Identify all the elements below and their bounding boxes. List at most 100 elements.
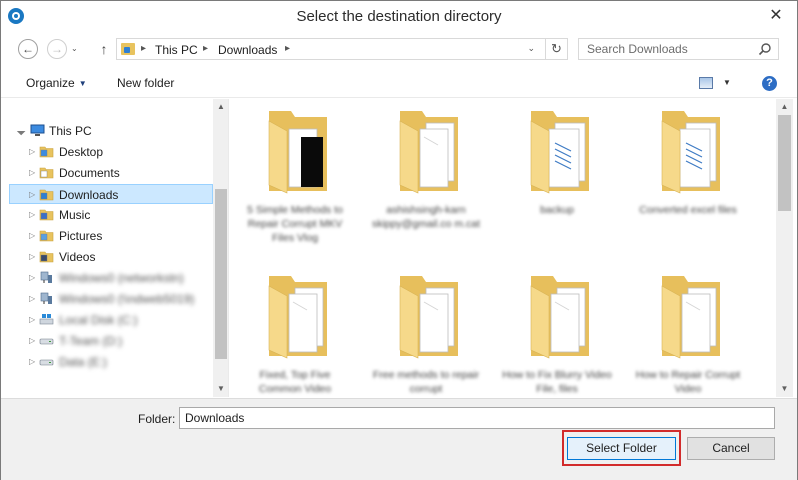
folder-icon[interactable] xyxy=(656,272,726,360)
close-button[interactable]: ✕ xyxy=(763,6,789,26)
folder-icon[interactable] xyxy=(525,107,595,195)
folder-tile[interactable]: How to Repair Corrupt Video xyxy=(632,264,744,397)
navigation-scrollbar[interactable]: ▲ ▼ xyxy=(213,99,228,397)
tree-collapsed-caret-icon[interactable]: ▷ xyxy=(29,289,35,309)
downloads-location-icon xyxy=(121,43,135,55)
videos-folder-icon xyxy=(39,251,54,263)
navigation-scroll-thumb[interactable] xyxy=(215,189,227,359)
up-button[interactable]: ↑ xyxy=(97,41,111,57)
breadcrumb-separator[interactable]: ▸ xyxy=(285,43,290,54)
tree-label: Windows0 (networkstn) xyxy=(59,271,184,285)
tree-item-music[interactable]: ▷ Music xyxy=(1,205,201,225)
title-bar: Select the destination directory ✕ xyxy=(1,1,797,31)
address-dropdown-icon[interactable]: ⌄ xyxy=(527,43,535,54)
drive-icon xyxy=(39,359,54,366)
pictures-folder-icon xyxy=(39,230,54,242)
tree-item-t-team-d[interactable]: ▷ T-Team (D:) xyxy=(1,331,201,351)
contents-scrollbar[interactable]: ▲ ▼ xyxy=(776,99,793,397)
folder-name-input[interactable] xyxy=(179,407,775,429)
tree-item-windows0-networkstn[interactable]: ▷ Windows0 (networkstn) xyxy=(1,268,201,288)
folder-tile[interactable]: 5 Simple Methods to Repair Corrupt MKV F… xyxy=(239,99,351,259)
tree-collapsed-caret-icon[interactable]: ▷ xyxy=(29,142,35,162)
folder-icon[interactable] xyxy=(263,107,333,195)
scroll-down-icon[interactable]: ▼ xyxy=(776,381,793,397)
help-icon[interactable]: ? xyxy=(762,76,777,91)
navigation-pane: ◢ This PC ▷ Desktop ▷ Documents ▷ Downloads ▷ M… xyxy=(1,99,229,397)
tree-item-local-disk-c[interactable]: ▷ Local Disk (C:) xyxy=(1,310,201,330)
search-icon[interactable] xyxy=(758,42,772,56)
command-bar: Organize ▼ New folder ▼ ? xyxy=(1,68,797,98)
folder-icon[interactable] xyxy=(525,272,595,360)
cancel-button[interactable]: Cancel xyxy=(687,437,775,460)
breadcrumb-separator[interactable]: ▸ xyxy=(141,43,146,54)
tree-item-documents[interactable]: ▷ Documents xyxy=(1,163,201,183)
drive-icon xyxy=(39,338,54,345)
caret-down-icon: ▼ xyxy=(78,79,87,88)
tree-label: Pictures xyxy=(59,229,103,243)
folder-tile[interactable]: backup xyxy=(501,99,613,259)
dialog-title: Select the destination directory xyxy=(296,8,502,25)
refresh-button[interactable]: ↻ xyxy=(545,39,567,59)
tree-collapsed-caret-icon[interactable]: ▷ xyxy=(29,247,35,267)
desktop-folder-icon xyxy=(39,146,54,158)
tree-collapsed-caret-icon[interactable]: ▷ xyxy=(29,185,35,205)
tree-collapsed-caret-icon[interactable]: ▷ xyxy=(29,331,35,351)
tree-item-desktop[interactable]: ▷ Desktop xyxy=(1,142,201,162)
tree-collapsed-caret-icon[interactable]: ▷ xyxy=(29,310,35,330)
folder-icon[interactable] xyxy=(394,107,464,195)
tree-item-this-pc[interactable]: ◢ This PC xyxy=(1,121,201,141)
scroll-up-icon[interactable]: ▲ xyxy=(776,99,793,115)
network-drive-icon xyxy=(40,292,52,304)
tree-item-pictures[interactable]: ▷ Pictures xyxy=(1,226,201,246)
organize-menu[interactable]: Organize ▼ xyxy=(26,76,87,90)
tree-label: Desktop xyxy=(59,145,104,159)
forward-button[interactable]: → xyxy=(47,39,67,59)
tree-item-downloads[interactable]: ▷ Downloads xyxy=(9,184,213,204)
tree-item-videos[interactable]: ▷ Videos xyxy=(1,247,201,267)
local-disk-icon xyxy=(39,314,54,325)
tree-label: Local Disk (C:) xyxy=(59,313,138,327)
organize-label: Organize xyxy=(26,76,75,90)
folder-icon[interactable] xyxy=(263,272,333,360)
scroll-up-icon[interactable]: ▲ xyxy=(213,99,228,115)
tree-label: Windows0 (\\ndweb5019) xyxy=(59,292,195,306)
recent-locations-icon[interactable]: ⌄ xyxy=(71,44,78,53)
tree-item-data-e[interactable]: ▷ Data (E:) xyxy=(1,352,201,372)
folder-tile[interactable]: ashishsingh-karn skippy@gmail.co m.cat xyxy=(370,99,482,259)
search-input[interactable] xyxy=(579,39,754,59)
folder-icon[interactable] xyxy=(656,107,726,195)
folder-icon[interactable] xyxy=(394,272,464,360)
folder-tile[interactable]: How to Fix Blurry Video File, files xyxy=(501,264,613,397)
search-box[interactable] xyxy=(578,38,779,60)
tree-item-windows0-ndweb5019[interactable]: ▷ Windows0 (\\ndweb5019) xyxy=(1,289,201,309)
folder-tile[interactable]: Converted excel files xyxy=(632,99,744,259)
breadcrumb-separator[interactable]: ▸ xyxy=(203,43,208,54)
folder-name: Converted excel files xyxy=(639,204,737,216)
tree-collapsed-caret-icon[interactable]: ▷ xyxy=(29,268,35,288)
folder-name: ashishsingh-karn skippy@gmail.co m.cat xyxy=(371,204,481,230)
network-drive-icon xyxy=(40,271,52,283)
tree-collapsed-caret-icon[interactable]: ▷ xyxy=(29,205,35,225)
tree-collapsed-caret-icon[interactable]: ▷ xyxy=(29,352,35,372)
scroll-down-icon[interactable]: ▼ xyxy=(213,381,228,397)
back-button[interactable]: ← xyxy=(18,39,38,59)
music-folder-icon xyxy=(39,209,54,221)
folder-tile[interactable]: Fixed, Top Five Common Video xyxy=(239,264,351,397)
folder-name: 5 Simple Methods to Repair Corrupt MKV F… xyxy=(247,204,343,244)
new-folder-button[interactable]: New folder xyxy=(117,76,174,90)
breadcrumb-this-pc[interactable]: This PC xyxy=(155,43,198,57)
computer-icon xyxy=(30,124,45,136)
contents-scroll-thumb[interactable] xyxy=(778,115,791,211)
view-options-caret-icon[interactable]: ▼ xyxy=(723,78,731,87)
highlight-annotation xyxy=(562,430,681,466)
tree-collapsed-caret-icon[interactable]: ▷ xyxy=(29,226,35,246)
folder-name: Fixed, Top Five Common Video xyxy=(258,369,332,395)
folder-tile[interactable]: Free methods to repair corrupt xyxy=(370,264,482,397)
address-bar[interactable]: ▸ This PC ▸ Downloads ▸ ⌄ ↻ xyxy=(116,38,568,60)
change-view-icon[interactable] xyxy=(699,77,713,89)
tree-label: Downloads xyxy=(59,188,119,202)
tree-expanded-caret-icon[interactable]: ◢ xyxy=(12,122,30,140)
breadcrumb-downloads[interactable]: Downloads xyxy=(218,43,277,57)
tree-collapsed-caret-icon[interactable]: ▷ xyxy=(29,163,35,183)
tree-label: T-Team (D:) xyxy=(59,334,123,348)
